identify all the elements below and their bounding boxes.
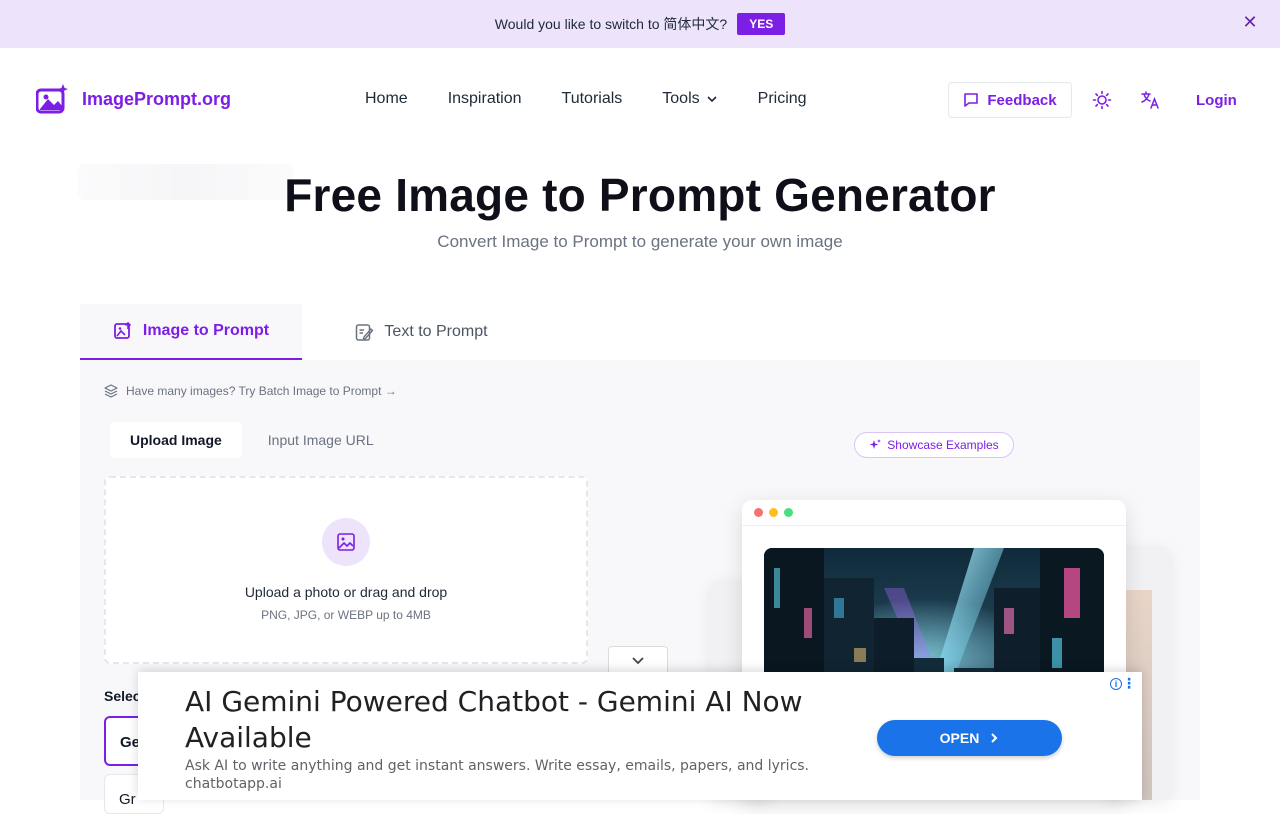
showcase-examples-button[interactable]: Showcase Examples bbox=[854, 432, 1014, 458]
sun-icon[interactable] bbox=[1092, 90, 1112, 110]
model-select-label: Selec bbox=[104, 688, 141, 704]
upload-dropzone[interactable]: Upload a photo or drag and drop PNG, JPG… bbox=[104, 476, 588, 664]
logo-icon bbox=[36, 84, 68, 114]
tab-text-to-prompt-label: Text to Prompt bbox=[384, 323, 488, 340]
translate-icon[interactable] bbox=[1140, 90, 1160, 110]
language-banner-message: Would you like to switch to 简体中文? bbox=[494, 16, 728, 32]
sparkle-icon bbox=[869, 439, 882, 449]
ad-banner[interactable]: AI Gemini Powered Chatbot - Gemini AI No… bbox=[138, 672, 1142, 800]
ad-description: Ask AI to write anything and get instant… bbox=[185, 758, 810, 774]
login-link[interactable]: Login bbox=[1196, 92, 1237, 109]
nav-tutorials[interactable]: Tutorials bbox=[562, 90, 623, 108]
page-title: Free Image to Prompt Generator bbox=[284, 169, 996, 221]
switch-language-yes-button[interactable]: YES bbox=[737, 13, 786, 35]
batch-link-label: Have many images? Try Batch Image to Pro… bbox=[126, 384, 397, 398]
logo-text: ImagePrompt.org bbox=[82, 88, 232, 109]
ad-open-label: OPEN bbox=[939, 730, 980, 746]
image-icon bbox=[322, 518, 370, 566]
chevron-right-icon bbox=[991, 733, 998, 743]
site-header: ImagePrompt.org Home Inspiration Tutoria… bbox=[0, 48, 1280, 200]
dropzone-title: Upload a photo or drag and drop bbox=[244, 584, 448, 600]
nav-inspiration[interactable]: Inspiration bbox=[448, 90, 522, 108]
ad-headline[interactable]: AI Gemini Powered Chatbot - Gemini AI No… bbox=[185, 684, 835, 756]
message-icon bbox=[964, 93, 979, 107]
tab-text-to-prompt[interactable]: Text to Prompt bbox=[302, 304, 540, 360]
ad-open-button[interactable]: OPEN bbox=[877, 720, 1062, 756]
nav-pricing[interactable]: Pricing bbox=[758, 90, 807, 108]
tab-upload-image[interactable]: Upload Image bbox=[110, 422, 242, 458]
ad-collapse-button[interactable] bbox=[608, 646, 668, 674]
main-nav: Home Inspiration Tutorials Tools Pricing bbox=[365, 90, 807, 108]
language-banner: Would you like to switch to 简体中文? YES ✕ bbox=[0, 0, 1280, 48]
chevron-down-icon bbox=[632, 656, 644, 664]
tab-input-image-url[interactable]: Input Image URL bbox=[248, 422, 394, 458]
info-icon[interactable]: i bbox=[1110, 678, 1122, 690]
logo[interactable]: ImagePrompt.org bbox=[36, 84, 231, 114]
dropzone-hint: PNG, JPG, or WEBP up to 4MB bbox=[261, 608, 431, 622]
more-icon[interactable]: ⋮ bbox=[1122, 676, 1136, 690]
nav-tools-label: Tools bbox=[662, 90, 700, 107]
nav-home[interactable]: Home bbox=[365, 90, 408, 108]
upload-mode-tabs: Upload Image Input Image URL bbox=[110, 422, 394, 458]
tab-image-to-prompt-label: Image to Prompt bbox=[142, 322, 270, 339]
nav-tools[interactable]: Tools bbox=[662, 90, 717, 108]
feedback-button[interactable]: Feedback bbox=[948, 82, 1072, 118]
edit-note-icon bbox=[356, 324, 374, 341]
image-upload-icon bbox=[113, 321, 131, 339]
ad-domain: chatbotapp.ai bbox=[185, 776, 282, 792]
window-titlebar bbox=[742, 500, 1126, 526]
layers-icon bbox=[104, 384, 118, 398]
tab-image-to-prompt[interactable]: Image to Prompt bbox=[80, 304, 302, 360]
chevron-down-icon bbox=[707, 96, 717, 103]
feedback-label: Feedback bbox=[987, 91, 1057, 109]
page-subtitle: Convert Image to Prompt to generate your… bbox=[437, 232, 843, 251]
showcase-examples-label: Showcase Examples bbox=[887, 438, 999, 452]
batch-link[interactable]: Have many images? Try Batch Image to Pro… bbox=[104, 384, 397, 398]
close-icon[interactable]: ✕ bbox=[1242, 13, 1258, 31]
